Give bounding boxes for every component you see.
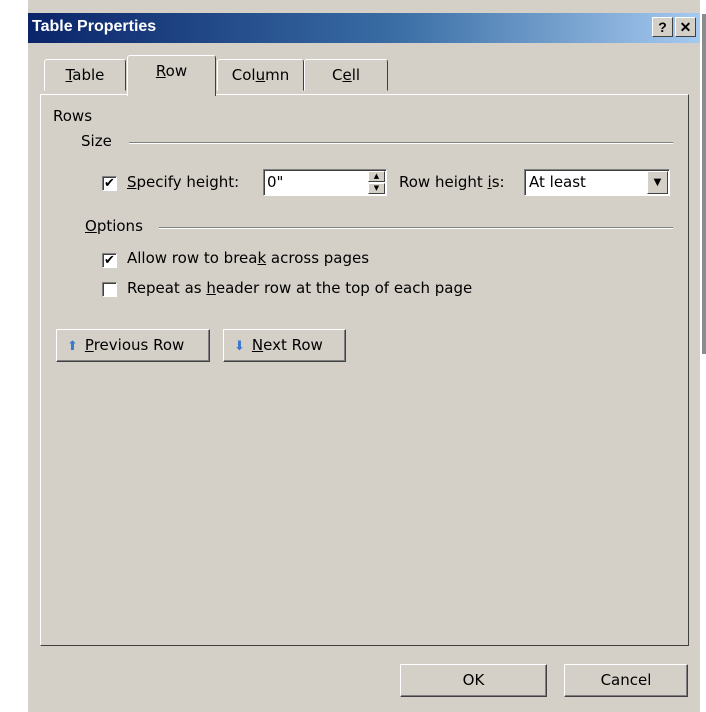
row-height-is-label: Row height is:	[399, 173, 505, 191]
tab-label: able	[72, 66, 105, 84]
tab-mnemonic: R	[155, 62, 166, 80]
previous-row-mnemonic: P	[84, 336, 94, 354]
dialog-title: Table Properties	[32, 18, 157, 35]
tab-label: ll	[351, 66, 361, 84]
next-row-label: ext Row	[263, 336, 323, 354]
size-group-label: Size	[81, 132, 112, 150]
allow-break-checkbox[interactable]: ✔	[102, 253, 117, 268]
allow-break-label[interactable]: Allow row to break across pages	[127, 249, 369, 267]
repeat-header-checkbox[interactable]	[102, 282, 117, 297]
help-icon: ?	[658, 19, 667, 35]
specify-height-checkbox[interactable]: ✔	[102, 176, 117, 191]
tab-column[interactable]: Column	[217, 59, 304, 91]
chevron-down-icon: ▼	[653, 177, 662, 188]
rows-heading: Rows	[53, 107, 93, 125]
tab-label: ow	[165, 62, 188, 80]
next-row-button[interactable]: ⬇ Next Row	[223, 329, 346, 362]
ok-label: OK	[462, 671, 485, 689]
options-group-label: Options	[85, 217, 143, 235]
next-row-mnemonic: N	[251, 336, 264, 354]
tab-row[interactable]: Row	[127, 55, 216, 96]
triangle-up-icon: ▲	[373, 172, 380, 180]
arrow-up-icon: ⬆	[67, 339, 78, 354]
row-height-spinner[interactable]: ▲ ▼	[263, 169, 387, 196]
tab-label: C	[331, 66, 343, 84]
tab-label: Col	[231, 66, 256, 84]
tab-cell[interactable]: Cell	[304, 59, 388, 91]
previous-row-button[interactable]: ⬆ Previous Row	[56, 329, 210, 362]
tab-mnemonic: e	[342, 66, 352, 84]
close-button[interactable]: ✕	[675, 17, 696, 37]
row-height-mode-select[interactable]: At least ▼	[524, 169, 670, 196]
spin-down-button[interactable]: ▼	[368, 183, 385, 194]
row-height-input[interactable]	[267, 173, 362, 191]
options-separator	[159, 227, 673, 229]
specify-height-label[interactable]: Specify height:	[127, 173, 239, 191]
close-icon: ✕	[679, 19, 692, 35]
spin-up-button[interactable]: ▲	[368, 171, 385, 182]
tab-table[interactable]: Table	[44, 59, 126, 91]
arrow-down-icon: ⬇	[234, 339, 245, 354]
ok-button[interactable]: OK	[400, 664, 547, 697]
dropdown-button[interactable]: ▼	[647, 171, 668, 194]
tab-label: mn	[265, 66, 290, 84]
table-properties-dialog: Table Properties ? ✕ Table Row Column Ce…	[28, 0, 700, 712]
cancel-button[interactable]: Cancel	[564, 664, 688, 697]
background-document-edge	[702, 14, 706, 354]
title-bar[interactable]: Table Properties ? ✕	[28, 13, 700, 43]
row-height-mode-value: At least	[529, 173, 586, 191]
repeat-header-label[interactable]: Repeat as header row at the top of each …	[127, 279, 472, 297]
spinner-buttons: ▲ ▼	[368, 171, 385, 194]
previous-row-label: revious Row	[93, 336, 185, 354]
help-button[interactable]: ?	[652, 17, 673, 37]
cancel-label: Cancel	[600, 671, 652, 689]
triangle-down-icon: ▼	[373, 184, 380, 192]
tab-mnemonic: u	[255, 66, 266, 84]
size-separator	[129, 142, 673, 144]
